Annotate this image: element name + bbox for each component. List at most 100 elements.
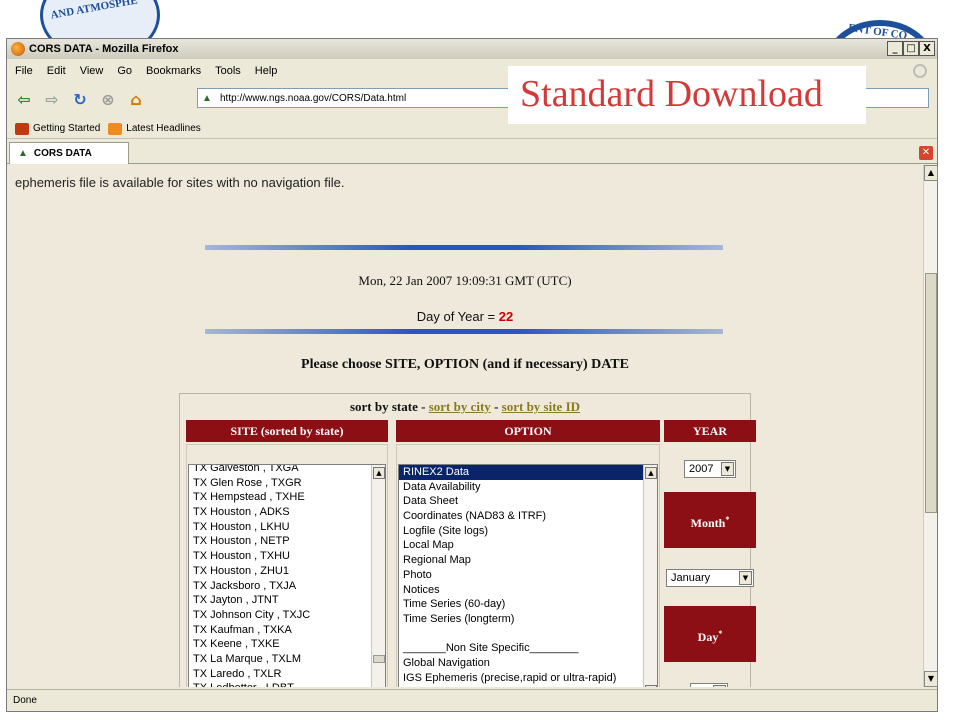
menu-go[interactable]: Go	[117, 65, 132, 77]
divider-bottom	[205, 329, 723, 334]
rss-icon	[108, 122, 123, 135]
option-item[interactable]: Global Navigation	[399, 656, 657, 671]
reload-icon[interactable]: ↻	[69, 88, 91, 110]
slide-title: Standard Download	[520, 73, 823, 115]
day-select[interactable]: 1 ▼	[690, 683, 728, 687]
menu-file[interactable]: File	[15, 65, 33, 77]
option-item[interactable]	[399, 627, 657, 642]
site-list-scrollbar[interactable]: ▲ ▼	[371, 465, 385, 687]
option-item[interactable]: Photo	[399, 568, 657, 583]
site-scroll-thumb[interactable]	[373, 655, 385, 663]
option-item[interactable]: Time Series (longterm)	[399, 612, 657, 627]
year-dropdown-arrow[interactable]: ▼	[721, 462, 734, 476]
month-value: January	[671, 572, 711, 584]
option-item[interactable]: Coordinates (NAD83 & ITRF)	[399, 509, 657, 524]
site-option[interactable]: TX Glen Rose , TXGR	[189, 476, 385, 491]
option-item[interactable]: Regional Map	[399, 553, 657, 568]
site-option[interactable]: TX Keene , TXKE	[189, 637, 385, 652]
day-required-mark: *	[718, 629, 723, 638]
current-datetime: Mon, 22 Jan 2007 19:09:31 GMT (UTC)	[358, 273, 572, 288]
menu-edit[interactable]: Edit	[47, 65, 66, 77]
doy-label: Day of Year =	[416, 309, 496, 324]
option-header: OPTION	[396, 420, 660, 442]
option-item[interactable]: Notices	[399, 583, 657, 598]
firefox-icon	[11, 42, 25, 56]
page-scrollbar[interactable]: ▲ ▼	[923, 165, 938, 687]
site-option[interactable]: TX Houston , TXHU	[189, 549, 385, 564]
tab-site-icon: ▲	[18, 148, 28, 159]
close-window-button[interactable]: X	[919, 41, 935, 56]
intro-text: ephemeris file is available for sites wi…	[15, 165, 895, 191]
sort-separator: -	[490, 399, 502, 414]
page-content: ephemeris file is available for sites wi…	[7, 165, 923, 687]
minimize-button[interactable]: _	[887, 41, 903, 56]
month-dropdown-arrow[interactable]: ▼	[739, 571, 752, 585]
sort-row: sort by state - sort by city - sort by s…	[180, 394, 750, 420]
sort-by-site-link[interactable]: sort by site ID	[502, 399, 580, 414]
tab-cors-data[interactable]: ▲ CORS DATA	[9, 142, 129, 164]
close-tab-button[interactable]: ✕	[919, 146, 933, 160]
site-option[interactable]: TX Kaufman , TXKA	[189, 623, 385, 638]
getting-started-icon	[15, 122, 29, 135]
menu-tools[interactable]: Tools	[215, 65, 241, 77]
site-scroll-up[interactable]: ▲	[373, 467, 385, 479]
year-select[interactable]: 2007 ▼	[684, 460, 736, 478]
tab-label: CORS DATA	[33, 148, 92, 159]
sort-current: sort by state	[349, 399, 418, 414]
status-bar: Done	[7, 689, 937, 711]
menu-view[interactable]: View	[80, 65, 104, 77]
site-option[interactable]: TX Johnson City , TXJC	[189, 608, 385, 623]
page-scroll-up[interactable]: ▲	[924, 165, 938, 181]
back-arrow-icon[interactable]: ⇦	[13, 88, 35, 110]
option-listbox[interactable]: RINEX2 Data Data Availability Data Sheet Co…	[398, 464, 658, 687]
site-option[interactable]: TX Houston , LKHU	[189, 520, 385, 535]
site-option[interactable]: TX Houston , ADKS	[189, 505, 385, 520]
month-select[interactable]: January ▼	[666, 569, 754, 587]
site-option[interactable]: TX Hempstead , TXHE	[189, 490, 385, 505]
throbber-icon	[913, 64, 927, 78]
site-option[interactable]: TX Ledbetter , LDBT	[189, 681, 385, 687]
option-scroll-down[interactable]: ▼	[645, 685, 657, 687]
menu-bookmarks[interactable]: Bookmarks	[146, 65, 201, 77]
form-prompt: Please choose SITE, OPTION (and if neces…	[301, 357, 629, 372]
option-item[interactable]: Logfile (Site logs)	[399, 524, 657, 539]
site-option[interactable]: TX Jayton , JTNT	[189, 593, 385, 608]
option-item[interactable]: Data Sheet	[399, 494, 657, 509]
site-option[interactable]: TX Houston , ZHU1	[189, 564, 385, 579]
bookmark-getting-started[interactable]: Getting Started	[33, 123, 100, 134]
month-required-mark: *	[725, 515, 730, 524]
option-item[interactable]: NGS Rapid Ephemeris	[399, 685, 657, 687]
maximize-button[interactable]: □	[903, 41, 919, 56]
day-label-box: Day*	[664, 606, 756, 662]
browser-window: CORS DATA - Mozilla Firefox _ □ X File E…	[6, 38, 938, 712]
day-label: Day	[697, 630, 719, 644]
window-title: CORS DATA - Mozilla Firefox	[29, 43, 179, 55]
site-option[interactable]: TX Laredo , TXLR	[189, 667, 385, 682]
option-item[interactable]: Time Series (60-day)	[399, 597, 657, 612]
sort-by-city-link[interactable]: sort by city	[429, 399, 491, 414]
page-scroll-down[interactable]: ▼	[924, 671, 938, 687]
option-item[interactable]: _______Non Site Specific________	[399, 641, 657, 656]
option-item-selected[interactable]: RINEX2 Data	[399, 465, 657, 480]
site-listbox[interactable]: TX Galveston , TXGA TX Glen Rose , TXGR TX…	[188, 464, 386, 687]
site-option[interactable]: TX Houston , NETP	[189, 534, 385, 549]
site-option[interactable]: TX Jacksboro , TXJA	[189, 579, 385, 594]
option-item[interactable]: Local Map	[399, 538, 657, 553]
divider-top	[205, 245, 723, 250]
page-scroll-thumb[interactable]	[925, 273, 937, 513]
day-dropdown-arrow[interactable]: ▼	[713, 685, 726, 687]
home-icon[interactable]: ⌂	[125, 88, 147, 110]
site-header: SITE (sorted by state)	[186, 420, 388, 442]
bookmark-latest-headlines[interactable]: Latest Headlines	[126, 123, 201, 134]
forward-arrow-icon[interactable]: ⇨	[41, 88, 63, 110]
site-list: TX Galveston , TXGA TX Glen Rose , TXGR TX…	[189, 465, 385, 687]
stop-icon[interactable]: ⊗	[97, 88, 119, 110]
option-item[interactable]: IGS Ephemeris (precise,rapid or ultra-ra…	[399, 671, 657, 686]
option-scroll-up[interactable]: ▲	[645, 467, 657, 479]
tab-bar: ▲ CORS DATA ✕	[7, 142, 937, 164]
site-option[interactable]: TX La Marque , TXLM	[189, 652, 385, 667]
menu-help[interactable]: Help	[255, 65, 278, 77]
option-list-scrollbar[interactable]: ▲ ▼	[643, 465, 657, 687]
option-item[interactable]: Data Availability	[399, 480, 657, 495]
site-option[interactable]: TX Galveston , TXGA	[189, 465, 385, 476]
